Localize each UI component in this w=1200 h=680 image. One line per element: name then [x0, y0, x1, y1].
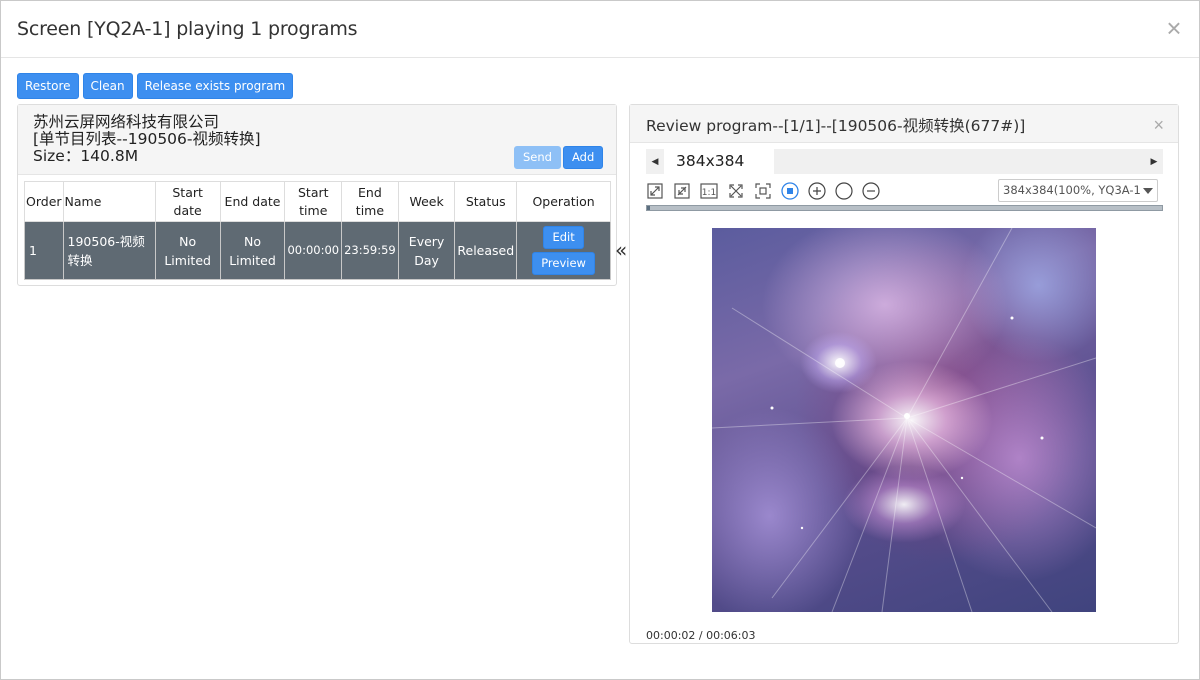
zoom-in-icon[interactable] — [808, 182, 826, 200]
collapse-panel-icon[interactable]: « — [615, 238, 627, 262]
table-row[interactable]: 1 190506-视频转换 No Limited No Limited 00:0… — [24, 221, 611, 280]
action-toolbar: Restore Clean Release exists program — [17, 73, 294, 99]
zoom-select-value: 384x384(100%, YQ3A-1 — [1003, 183, 1141, 197]
company-name: 苏州云屏网络科技有限公司 — [33, 113, 220, 131]
table-header-row: Order Name Start date End date Start tim… — [24, 181, 611, 222]
end-time-cell: 23:59:59 — [341, 221, 399, 280]
clean-button[interactable]: Clean — [82, 73, 133, 99]
column-header: Name — [62, 181, 156, 222]
end-date-cell: No Limited — [219, 221, 286, 280]
shrink-icon[interactable] — [673, 182, 691, 200]
edit-button[interactable]: Edit — [543, 226, 584, 249]
operation-cell: Edit Preview — [516, 221, 611, 280]
review-close-icon[interactable]: × — [1153, 115, 1164, 136]
tab-scroll-left-icon[interactable]: ◀ — [646, 149, 664, 174]
send-button[interactable]: Send — [514, 146, 561, 169]
column-header: Start date — [154, 181, 221, 222]
program-dialog: Screen [YQ2A-1] playing 1 programs × Res… — [0, 0, 1200, 680]
tab-scroll-right-icon[interactable]: ▶ — [1145, 149, 1163, 174]
order-cell: 1 — [24, 221, 64, 280]
close-icon[interactable]: × — [1163, 15, 1185, 41]
zoom-out-icon[interactable] — [862, 182, 880, 200]
expand-icon[interactable] — [646, 182, 664, 200]
fit-screen-icon[interactable] — [754, 182, 772, 200]
column-header: Start time — [284, 181, 343, 222]
program-size: Size：140.8M — [33, 147, 139, 165]
program-list-panel: 苏州云屏网络科技有限公司 [单节目列表--190506-视频转换] Size：1… — [17, 104, 617, 286]
add-button[interactable]: Add — [563, 146, 604, 169]
release-program-button[interactable]: Release exists program — [136, 73, 294, 99]
actual-size-icon[interactable]: 1:1 — [700, 182, 718, 200]
program-table: Order Name Start date End date Start tim… — [24, 181, 611, 280]
column-header: Week — [397, 181, 456, 222]
start-date-cell: No Limited — [154, 221, 221, 280]
restore-button[interactable]: Restore — [17, 73, 79, 99]
name-cell: 190506-视频转换 — [62, 221, 156, 280]
reset-zoom-icon[interactable] — [835, 182, 853, 200]
review-panel: Review program--[1/1]--[190506-视频转换(677#… — [629, 104, 1179, 644]
preview-button[interactable]: Preview — [532, 252, 595, 275]
zoom-select[interactable]: 384x384(100%, YQ3A-1 — [998, 179, 1158, 202]
column-header: Operation — [516, 181, 611, 222]
column-header: End time — [341, 181, 399, 222]
playback-progress-bar[interactable] — [646, 205, 1163, 211]
playback-timecode: 00:00:02 / 00:06:03 — [646, 629, 756, 642]
column-header: Status — [454, 181, 518, 222]
program-list-name: [单节目列表--190506-视频转换] — [33, 130, 261, 148]
review-title: Review program--[1/1]--[190506-视频转换(677#… — [646, 117, 1026, 135]
stop-icon[interactable] — [781, 182, 799, 200]
review-header: Review program--[1/1]--[190506-视频转换(677#… — [630, 105, 1178, 143]
program-list-header: 苏州云屏网络科技有限公司 [单节目列表--190506-视频转换] Size：1… — [18, 105, 616, 175]
nebula-rays — [712, 228, 1096, 612]
dialog-header: Screen [YQ2A-1] playing 1 programs × — [1, 1, 1199, 58]
chevron-down-icon — [1143, 188, 1153, 194]
week-cell: Every Day — [397, 221, 456, 280]
fullscreen-icon[interactable] — [727, 182, 745, 200]
column-header: Order — [24, 181, 64, 222]
video-preview — [712, 228, 1096, 612]
preview-toolbar: 1:1 — [646, 180, 889, 202]
start-time-cell: 00:00:00 — [284, 221, 343, 280]
program-info: 苏州云屏网络科技有限公司 [单节目列表--190506-视频转换] Size：1… — [33, 114, 261, 165]
status-cell: Released — [454, 221, 518, 280]
svg-text:1:1: 1:1 — [702, 188, 716, 198]
screen-tabbar: ◀ 384x384 ▶ — [646, 149, 1163, 174]
dialog-title: Screen [YQ2A-1] playing 1 programs — [17, 18, 358, 40]
tab-screen[interactable]: 384x384 — [664, 149, 774, 174]
column-header: End date — [219, 181, 286, 222]
playback-progress-fill — [647, 206, 651, 210]
